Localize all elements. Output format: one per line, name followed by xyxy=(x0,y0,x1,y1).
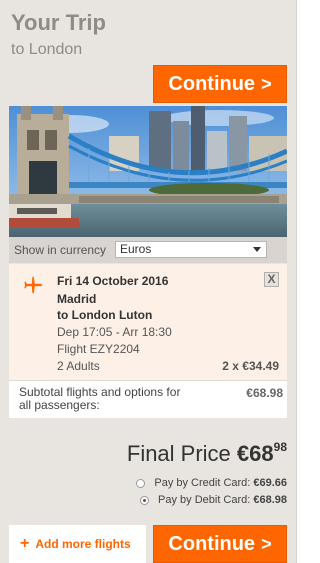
page-subtitle: to London xyxy=(11,41,83,58)
trip-summary-panel: Your Trip to London Continue > Show in c… xyxy=(0,0,297,563)
remove-flight-button[interactable]: X xyxy=(264,272,279,287)
plus-icon: + xyxy=(20,535,30,552)
continue-button-label: Continue xyxy=(168,532,256,555)
pay-debit-card-value: €68.98 xyxy=(253,494,287,506)
flight-date: Fri 14 October 2016 xyxy=(57,274,169,288)
destination-photo xyxy=(9,106,287,237)
plane-icon xyxy=(24,276,42,294)
subtotal-value: €68.98 xyxy=(246,386,283,400)
add-more-flights-button[interactable]: + Add more flights xyxy=(9,525,146,563)
currency-label: Show in currency xyxy=(14,243,107,257)
radio-credit-card[interactable] xyxy=(136,478,146,488)
subtotal-label: Subtotal flights and options for all pas… xyxy=(19,385,181,412)
chevron-down-icon xyxy=(253,247,261,252)
page-title: Your Trip xyxy=(11,10,106,35)
flight-times: Dep 17:05 - Arr 18:30 xyxy=(57,325,172,339)
pay-debit-card-label: Pay by Debit Card: xyxy=(158,494,251,506)
currency-selected-value: Euros xyxy=(120,242,152,256)
flight-price: 2 x €34.49 xyxy=(222,359,279,373)
pay-credit-card-option[interactable]: Pay by Credit Card: €69.66 xyxy=(136,477,287,489)
flight-destination: to London Luton xyxy=(57,308,153,322)
final-price-label: Final Price xyxy=(126,441,231,466)
subtotal-row: Subtotal flights and options for all pas… xyxy=(9,380,287,418)
final-price: Final Price €6898 xyxy=(127,440,287,467)
continue-button-top[interactable]: Continue > xyxy=(153,65,287,103)
pay-credit-card-label: Pay by Credit Card: xyxy=(154,477,251,489)
currency-select[interactable]: Euros xyxy=(115,241,267,258)
flight-origin: Madrid xyxy=(57,292,97,306)
add-more-flights-label: Add more flights xyxy=(35,537,131,551)
pay-debit-card-option[interactable]: Pay by Debit Card: €68.98 xyxy=(140,494,287,506)
final-price-amount: €68 xyxy=(236,441,274,466)
pay-credit-card-value: €69.66 xyxy=(253,477,287,489)
tower-bridge-image xyxy=(9,106,287,237)
flight-card: Fri 14 October 2016 Madrid to London Lut… xyxy=(9,264,287,380)
chevron-right-icon: > xyxy=(261,73,272,94)
final-price-cents: 98 xyxy=(273,440,287,454)
continue-button-label: Continue xyxy=(168,72,256,95)
chevron-right-icon: > xyxy=(261,533,272,554)
flight-number: Flight EZY2204 xyxy=(57,342,140,356)
flight-passengers: 2 Adults xyxy=(57,359,100,373)
radio-debit-card[interactable] xyxy=(140,495,150,505)
currency-bar: Show in currency Euros xyxy=(9,237,287,263)
continue-button-bottom[interactable]: Continue > xyxy=(153,525,287,563)
